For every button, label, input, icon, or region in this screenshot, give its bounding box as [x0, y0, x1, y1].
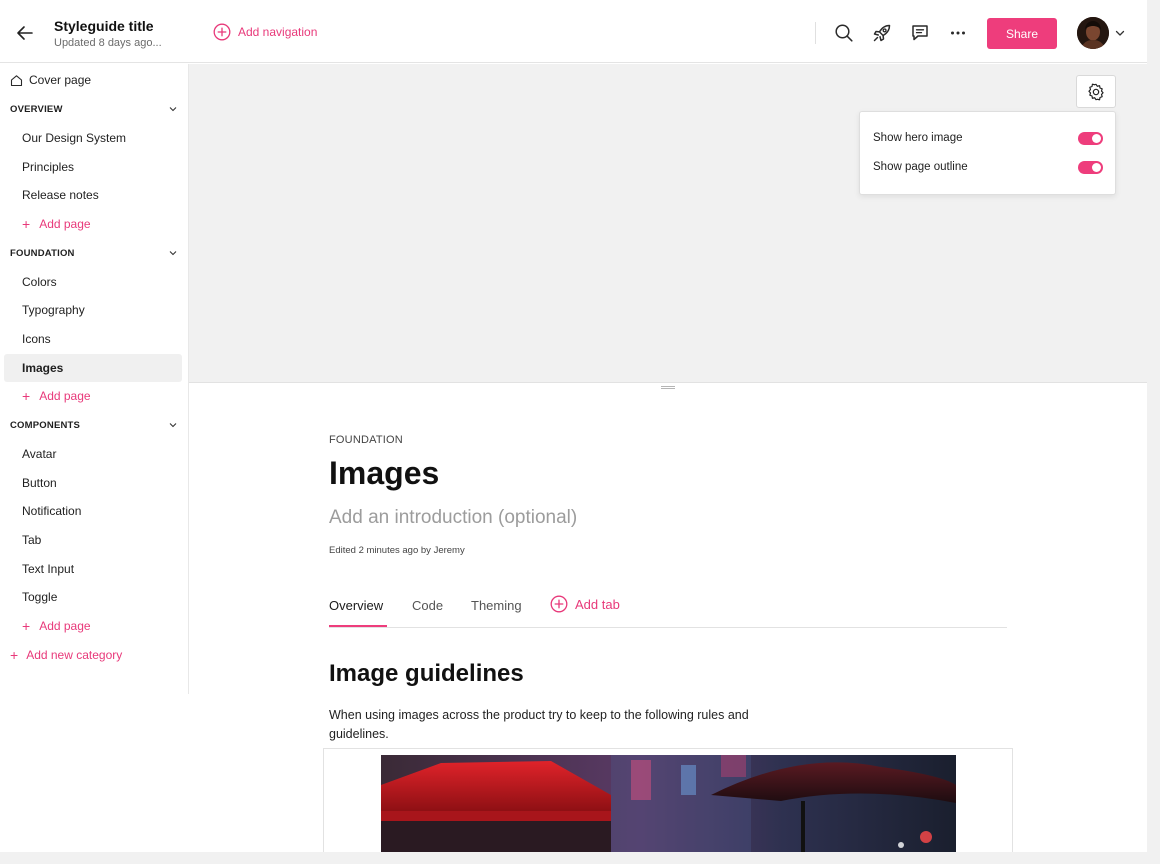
sidebar-item-label: Cover page: [29, 73, 92, 87]
sidebar-item-notification[interactable]: Notification: [4, 497, 182, 525]
show-hero-image-toggle[interactable]: [1078, 131, 1103, 145]
updated-text: Updated 8 days ago...: [54, 37, 162, 49]
category-label: FOUNDATION: [10, 247, 75, 259]
add-page-button[interactable]: + Add page: [4, 612, 182, 640]
add-page-label: Add page: [39, 217, 91, 231]
sidebar-item-colors[interactable]: Colors: [4, 268, 182, 296]
gear-icon: [1088, 83, 1104, 100]
plus-icon: +: [22, 388, 31, 404]
hero-image-area[interactable]: Show hero image Show page outline: [189, 64, 1147, 382]
top-header: Styleguide title Updated 8 days ago... A…: [0, 0, 1147, 63]
market-photo: [381, 755, 956, 852]
sidebar-item-toggle[interactable]: Toggle: [4, 583, 182, 611]
category-label: COMPONENTS: [10, 419, 81, 431]
active-tab-indicator: [329, 625, 387, 627]
sidebar-item-release-notes[interactable]: Release notes: [4, 181, 182, 209]
show-hero-image-label: Show hero image: [873, 132, 963, 144]
sidebar-item-text-input[interactable]: Text Input: [4, 555, 182, 583]
chevron-down-icon: [169, 107, 177, 112]
chevron-down-icon: [169, 251, 177, 256]
header-separator: [815, 22, 816, 44]
sidebar-item-our-design-system[interactable]: Our Design System: [4, 124, 182, 152]
arrow-left-icon[interactable]: [14, 22, 36, 44]
page-title[interactable]: Images: [329, 455, 439, 492]
user-photo-icon: [1077, 17, 1109, 49]
show-page-outline-label: Show page outline: [873, 161, 968, 173]
show-page-outline-toggle[interactable]: [1078, 160, 1103, 174]
add-category-label: Add new category: [26, 648, 123, 662]
introduction-input[interactable]: Add an introduction (optional): [329, 507, 577, 529]
add-tab-label: Add tab: [575, 596, 620, 612]
share-button[interactable]: Share: [987, 18, 1057, 49]
plus-icon: +: [10, 647, 19, 663]
search-icon[interactable]: [833, 22, 855, 44]
plus-circle-icon: [213, 23, 231, 41]
sidebar-category-foundation[interactable]: FOUNDATION: [10, 241, 178, 265]
page-settings-popover: Show hero image Show page outline: [859, 111, 1116, 195]
title-block: Styleguide title Updated 8 days ago...: [54, 17, 162, 51]
chevron-down-icon: [169, 423, 177, 428]
show-hero-image-row: Show hero image: [873, 128, 1103, 148]
sidebar-category-overview[interactable]: OVERVIEW: [10, 97, 178, 121]
comment-icon[interactable]: [909, 22, 931, 44]
plus-circle-icon: [550, 595, 568, 613]
sidebar-item-avatar[interactable]: Avatar: [4, 440, 182, 468]
add-page-label: Add page: [39, 619, 91, 633]
sidebar: Cover page OVERVIEW Our Design System Pr…: [0, 64, 189, 694]
hero-resize-handle[interactable]: [189, 382, 1147, 393]
add-new-category-button[interactable]: + Add new category: [10, 641, 122, 669]
sidebar-item-icons[interactable]: Icons: [4, 325, 182, 353]
section-text[interactable]: When using images across the product try…: [329, 706, 779, 744]
sidebar-item-images[interactable]: Images: [4, 354, 182, 382]
sidebar-item-principles[interactable]: Principles: [4, 153, 182, 181]
add-navigation-button[interactable]: Add navigation: [213, 23, 317, 41]
tab-code[interactable]: Code: [412, 598, 443, 613]
tab-theming[interactable]: Theming: [471, 598, 522, 613]
page-category: FOUNDATION: [329, 434, 403, 446]
sidebar-item-typography[interactable]: Typography: [4, 296, 182, 324]
app-frame: Styleguide title Updated 8 days ago... A…: [0, 0, 1147, 852]
page-tabs: Overview Code Theming Add tab: [329, 594, 1007, 628]
sidebar-item-cover-page[interactable]: Cover page: [4, 66, 182, 94]
rocket-icon[interactable]: [871, 22, 893, 44]
add-page-button[interactable]: + Add page: [4, 382, 182, 410]
edited-info: Edited 2 minutes ago by Jeremy: [329, 545, 465, 556]
add-page-label: Add page: [39, 389, 91, 403]
sidebar-item-tab[interactable]: Tab: [4, 526, 182, 554]
home-icon: [10, 74, 23, 86]
settings-button[interactable]: [1076, 75, 1116, 108]
add-tab-button[interactable]: Add tab: [550, 595, 620, 613]
show-page-outline-row: Show page outline: [873, 157, 1103, 177]
sidebar-category-components[interactable]: COMPONENTS: [10, 413, 178, 437]
image-card[interactable]: [323, 748, 1013, 852]
avatar[interactable]: [1077, 17, 1109, 49]
plus-icon: +: [22, 216, 31, 232]
category-label: OVERVIEW: [10, 103, 63, 115]
sidebar-item-button[interactable]: Button: [4, 469, 182, 497]
tab-overview[interactable]: Overview: [329, 598, 383, 613]
styleguide-title[interactable]: Styleguide title: [54, 17, 162, 35]
add-page-button[interactable]: + Add page: [4, 210, 182, 238]
plus-icon: +: [22, 618, 31, 634]
chevron-down-icon[interactable]: [1114, 27, 1126, 39]
more-icon[interactable]: [947, 22, 969, 44]
section-title[interactable]: Image guidelines: [329, 660, 524, 688]
add-navigation-label: Add navigation: [238, 25, 318, 39]
